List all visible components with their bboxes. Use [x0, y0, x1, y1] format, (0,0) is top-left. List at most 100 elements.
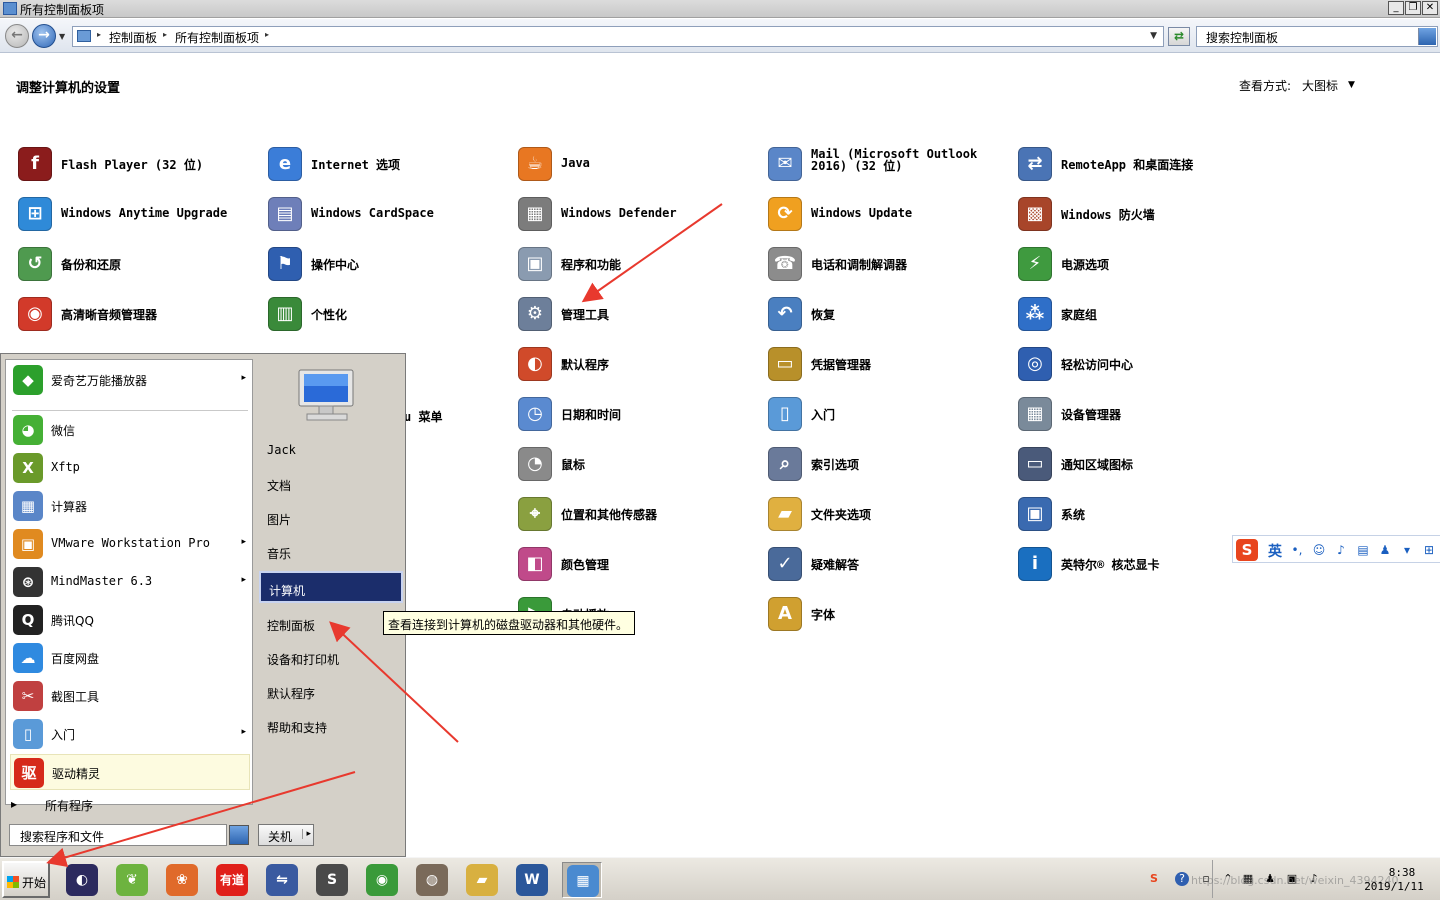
start-program-item[interactable]: ▣ VMware Workstation Pro ▸: [10, 526, 250, 562]
control-panel-item[interactable]: ▦ 设备管理器: [1018, 395, 1263, 435]
taskbar-app-button[interactable]: ◉: [362, 862, 402, 898]
minimize-button[interactable]: _: [1388, 1, 1404, 15]
control-panel-item[interactable]: ▣ 系统: [1018, 495, 1263, 535]
control-panel-item[interactable]: ↶ 恢复: [768, 295, 1013, 335]
user-icon[interactable]: ♟: [1377, 542, 1393, 558]
search-icon[interactable]: [229, 825, 249, 845]
taskbar-app-button[interactable]: S: [312, 862, 352, 898]
recent-pages-dropdown[interactable]: ▼: [59, 32, 65, 41]
start-button[interactable]: 开始: [2, 861, 50, 898]
start-program-item[interactable]: ⊛ MindMaster 6.3 ▸: [10, 564, 250, 600]
control-panel-item[interactable]: i 英特尔® 核芯显卡: [1018, 545, 1263, 585]
taskbar-app-button[interactable]: 有道: [212, 862, 252, 898]
place-computer[interactable]: 计算机: [259, 571, 403, 603]
control-panel-item[interactable]: ◔ 鼠标: [518, 445, 763, 485]
start-search-input[interactable]: 搜索程序和文件: [9, 824, 227, 846]
chevron-down-icon[interactable]: ▼: [1348, 80, 1355, 90]
control-panel-item[interactable]: ▦ Windows Defender: [518, 195, 763, 235]
start-program-item[interactable]: ◆ 爱奇艺万能播放器 ▸: [10, 362, 250, 398]
skin-icon[interactable]: ▾: [1399, 542, 1415, 558]
toolbox-icon[interactable]: ⊞: [1421, 542, 1437, 558]
start-program-item[interactable]: ▯ 入门 ▸: [10, 716, 250, 752]
restore-button[interactable]: ❐: [1405, 1, 1421, 15]
control-panel-item[interactable]: ▤ Windows CardSpace: [268, 195, 513, 235]
control-panel-item[interactable]: ☎ 电话和调制解调器: [768, 245, 1013, 285]
place-devices-printers[interactable]: 设备和打印机: [259, 642, 403, 674]
chevron-right-icon[interactable]: ▸: [163, 30, 167, 39]
control-panel-item[interactable]: ▭ 凭据管理器: [768, 345, 1013, 385]
taskbar-app-button[interactable]: ❦: [112, 862, 152, 898]
emoji-icon[interactable]: ☺: [1311, 542, 1327, 558]
control-panel-item[interactable]: ⚙ 管理工具: [518, 295, 763, 335]
clock-time[interactable]: 8:38: [1372, 866, 1432, 879]
help-icon[interactable]: ?: [1175, 872, 1189, 886]
address-field[interactable]: ▸ 控制面板 ▸ 所有控制面板项 ▸ ▼: [72, 26, 1164, 47]
chevron-right-icon[interactable]: ▸: [241, 575, 246, 585]
shutdown-button[interactable]: 关机 ▸: [258, 824, 314, 846]
control-panel-item[interactable]: ⌖ 位置和其他传感器: [518, 495, 763, 535]
control-panel-item[interactable]: ⁂ 家庭组: [1018, 295, 1263, 335]
control-panel-item[interactable]: ◉ 高清晰音频管理器: [18, 295, 263, 335]
taskbar-app-button[interactable]: W: [512, 862, 552, 898]
control-panel-item[interactable]: ✓ 疑难解答: [768, 545, 1013, 585]
keyboard-icon[interactable]: ▤: [1355, 542, 1371, 558]
control-panel-item[interactable]: ⟳ Windows Update: [768, 195, 1013, 235]
control-panel-item[interactable]: ⚑ 操作中心: [268, 245, 513, 285]
place-music[interactable]: 音乐: [259, 536, 403, 568]
control-panel-item[interactable]: ▯ 入门: [768, 395, 1013, 435]
control-panel-item[interactable]: ▩ Windows 防火墙: [1018, 195, 1263, 235]
back-button[interactable]: ←: [5, 24, 29, 48]
sogou-tray-icon[interactable]: S: [1147, 872, 1161, 886]
chevron-right-icon[interactable]: ▸: [241, 727, 246, 737]
place-help-support[interactable]: 帮助和支持: [259, 710, 403, 742]
sogou-logo-icon[interactable]: S: [1236, 539, 1258, 561]
start-program-item[interactable]: ☁ 百度网盘: [10, 640, 250, 676]
place-control-panel[interactable]: 控制面板: [259, 608, 403, 640]
chevron-right-icon[interactable]: ▸: [241, 373, 246, 383]
breadcrumb-all-items[interactable]: 所有控制面板项: [175, 29, 259, 46]
control-panel-item[interactable]: ⌕ 索引选项: [768, 445, 1013, 485]
control-panel-item[interactable]: ▰ 文件夹选项: [768, 495, 1013, 535]
control-panel-item[interactable]: f Flash Player (32 位): [18, 145, 263, 185]
control-panel-item[interactable]: e Internet 选项: [268, 145, 513, 185]
control-panel-item[interactable]: ⊞ Windows Anytime Upgrade: [18, 195, 263, 235]
taskbar-app-button[interactable]: ◍: [412, 862, 452, 898]
breadcrumb-control-panel[interactable]: 控制面板: [109, 29, 157, 46]
start-program-item[interactable]: ◕ 微信: [10, 412, 250, 448]
clock-date[interactable]: 2019/1/11: [1356, 880, 1432, 893]
control-panel-item[interactable]: ◷ 日期和时间: [518, 395, 763, 435]
chevron-right-icon[interactable]: ▸: [265, 30, 269, 39]
punctuation-icon[interactable]: •,: [1289, 542, 1305, 558]
close-button[interactable]: ✕: [1422, 1, 1438, 15]
view-by-selector[interactable]: 大图标: [1302, 77, 1338, 94]
taskbar-app-button[interactable]: ◐: [62, 862, 102, 898]
taskbar-app-button[interactable]: ⇋: [262, 862, 302, 898]
start-program-item[interactable]: ✂ 截图工具: [10, 678, 250, 714]
refresh-button[interactable]: ⇄: [1168, 27, 1190, 46]
control-panel-item[interactable]: ✉ Mail (Microsoft Outlook 2016) (32 位): [768, 145, 1013, 185]
forward-button[interactable]: →: [32, 24, 56, 48]
ime-language-toggle[interactable]: 英: [1268, 541, 1282, 561]
control-panel-item[interactable]: ▥ 个性化: [268, 295, 513, 335]
place-default-programs[interactable]: 默认程序: [259, 676, 403, 708]
place-pictures[interactable]: 图片: [259, 502, 403, 534]
search-icon[interactable]: [1418, 28, 1436, 45]
control-panel-item[interactable]: ↺ 备份和还原: [18, 245, 263, 285]
taskbar-app-button[interactable]: ❀: [162, 862, 202, 898]
chevron-right-icon[interactable]: ▸: [97, 30, 101, 39]
control-panel-item[interactable]: ⇄ RemoteApp 和桌面连接: [1018, 145, 1263, 185]
control-panel-item[interactable]: ▭ 通知区域图标: [1018, 445, 1263, 485]
start-program-item[interactable]: X Xftp: [10, 450, 250, 486]
address-dropdown-icon[interactable]: ▼: [1150, 31, 1157, 41]
start-program-item[interactable]: ▦ 计算器: [10, 488, 250, 524]
chevron-right-icon[interactable]: ▸: [302, 829, 311, 839]
control-panel-item[interactable]: ◎ 轻松访问中心: [1018, 345, 1263, 385]
start-program-item[interactable]: Q 腾讯QQ: [10, 602, 250, 638]
item-label-fragment[interactable]: u 菜单: [404, 408, 442, 425]
control-panel-item[interactable]: ☕ Java: [518, 145, 763, 185]
control-panel-item[interactable]: ◐ 默认程序: [518, 345, 763, 385]
place-user-jack[interactable]: Jack: [259, 434, 403, 466]
microphone-icon[interactable]: ♪: [1333, 542, 1349, 558]
all-programs-button[interactable]: ▸ 所有程序: [5, 792, 253, 816]
taskbar-app-button[interactable]: ▰: [462, 862, 502, 898]
